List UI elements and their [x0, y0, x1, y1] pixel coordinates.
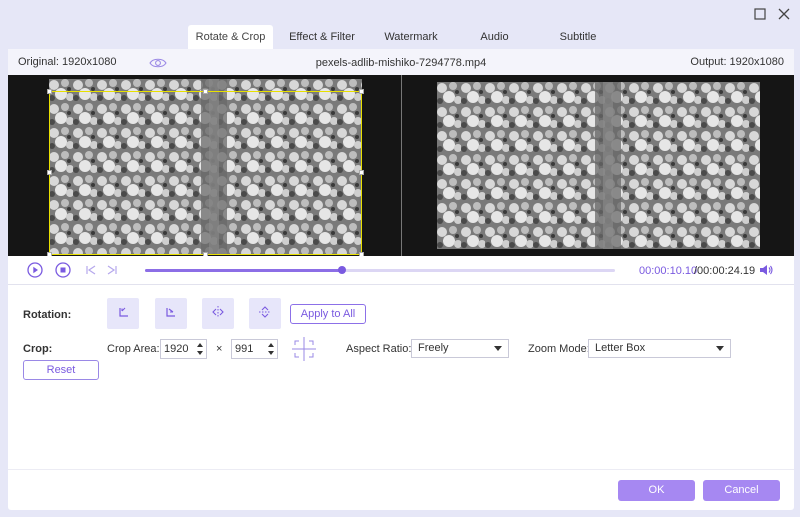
main-panel: Original: 1920x1080 pexels-adlib-mishiko…: [8, 49, 794, 510]
divider: [8, 284, 794, 285]
zoom-mode-value: Letter Box: [595, 342, 646, 354]
editor-window: Rotate & Crop Effect & Filter Watermark …: [0, 0, 800, 517]
close-icon[interactable]: [776, 6, 792, 22]
crop-width-stepper-icon[interactable]: [196, 341, 204, 357]
multiply-sign: ×: [216, 343, 223, 355]
crop-selection-box[interactable]: [49, 91, 362, 255]
crop-label: Crop:: [23, 343, 53, 355]
video-preview-area: [8, 75, 794, 257]
flip-vertical-button[interactable]: [249, 298, 281, 329]
cancel-button[interactable]: Cancel: [703, 480, 780, 501]
original-preview: [8, 75, 401, 257]
skip-forward-icon[interactable]: [104, 262, 120, 278]
aspect-ratio-select[interactable]: Freely: [411, 339, 509, 358]
zoom-mode-label: Zoom Mode:: [528, 343, 590, 355]
rotate-left-icon: [116, 305, 130, 322]
output-resolution: Output: 1920x1080: [690, 56, 784, 68]
chevron-down-icon: [494, 346, 502, 351]
volume-icon[interactable]: [758, 262, 774, 278]
tab-audio[interactable]: Audio: [451, 25, 538, 49]
tab-subtitle[interactable]: Subtitle: [538, 25, 618, 49]
progress-bar[interactable]: [145, 266, 615, 274]
crop-handle-left[interactable]: [47, 170, 52, 175]
rotate-right-icon: [164, 305, 178, 322]
tab-bar: Rotate & Crop Effect & Filter Watermark …: [188, 25, 618, 49]
aspect-ratio-value: Freely: [418, 342, 449, 354]
crop-height-value: 991: [235, 343, 254, 355]
crop-handle-right[interactable]: [359, 170, 364, 175]
flip-vertical-icon: [258, 305, 272, 322]
skip-back-icon[interactable]: [83, 262, 99, 278]
aspect-ratio-label: Aspect Ratio:: [346, 343, 412, 355]
tab-effect-filter[interactable]: Effect & Filter: [273, 25, 371, 49]
rotation-label: Rotation:: [23, 309, 72, 321]
reset-button[interactable]: Reset: [23, 360, 99, 380]
crop-height-input[interactable]: 991: [231, 339, 278, 359]
tab-rotate-crop[interactable]: Rotate & Crop: [188, 25, 273, 49]
crop-handle-top[interactable]: [203, 89, 208, 94]
center-crop-icon[interactable]: [291, 337, 317, 361]
crop-width-value: 1920: [164, 343, 189, 355]
flip-horizontal-button[interactable]: [202, 298, 234, 329]
crop-handle-top-right[interactable]: [359, 89, 364, 94]
play-icon[interactable]: [27, 262, 43, 278]
chevron-down-icon: [716, 346, 724, 351]
current-time: 00:00:10.10: [639, 265, 698, 277]
output-preview: [402, 75, 794, 256]
maximize-icon[interactable]: [752, 6, 768, 22]
footer-divider: [8, 469, 794, 470]
crop-height-stepper-icon[interactable]: [267, 341, 275, 357]
progress-fill: [145, 269, 343, 272]
flip-horizontal-icon: [211, 305, 225, 322]
progress-handle[interactable]: [338, 266, 347, 274]
crop-area-label: Crop Area:: [107, 343, 160, 355]
stop-icon[interactable]: [55, 262, 71, 278]
file-name: pexels-adlib-mishiko-7294778.mp4: [315, 57, 487, 69]
ok-button[interactable]: OK: [618, 480, 695, 501]
info-bar: Original: 1920x1080 pexels-adlib-mishiko…: [8, 49, 794, 75]
tab-watermark[interactable]: Watermark: [371, 25, 451, 49]
crop-width-input[interactable]: 1920: [160, 339, 207, 359]
zoom-mode-select[interactable]: Letter Box: [588, 339, 731, 358]
apply-to-all-button[interactable]: Apply to All: [290, 304, 366, 324]
crop-handle-top-left[interactable]: [47, 89, 52, 94]
output-video-frame: [437, 82, 760, 249]
total-time: /00:00:24.19: [694, 265, 756, 277]
rotate-left-button[interactable]: [107, 298, 139, 329]
rotate-right-button[interactable]: [155, 298, 187, 329]
playback-controls: 00:00:10.10 /00:00:24.19: [8, 256, 794, 284]
